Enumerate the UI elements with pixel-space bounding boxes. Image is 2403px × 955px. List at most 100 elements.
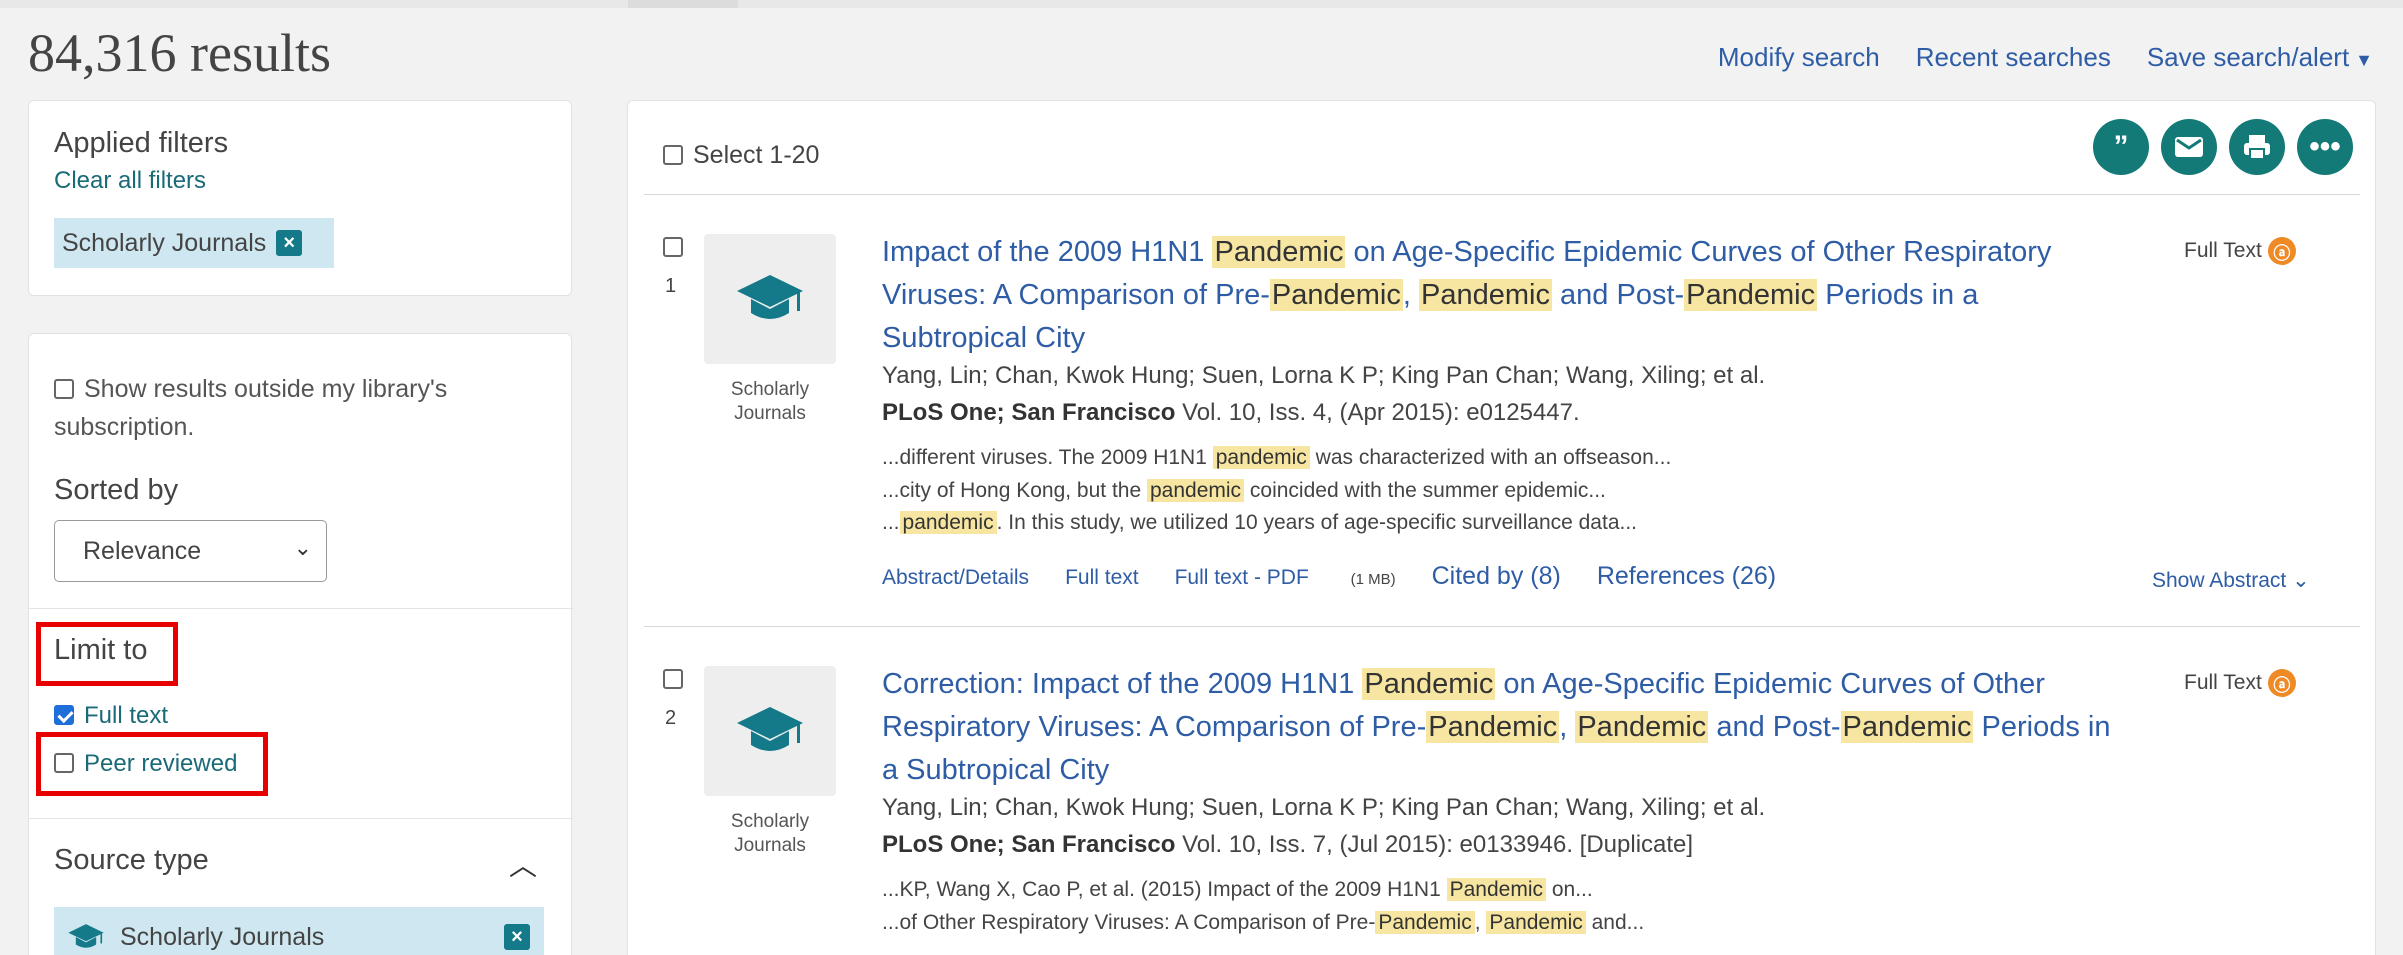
save-search-alert-link[interactable]: Save search/alert ▼ xyxy=(2147,42,2373,73)
result-authors: Yang, Lin; Chan, Kwok Hung; Suen, Lorna … xyxy=(882,794,1766,821)
snippet-text: on... xyxy=(1546,878,1593,901)
highlight-term: pandemic xyxy=(899,511,997,534)
caret-down-icon: ▼ xyxy=(2355,50,2373,70)
sort-select-value: Relevance xyxy=(83,536,202,565)
result-checkbox[interactable] xyxy=(663,669,683,689)
title-text: Correction: Impact of the 2009 H1N1 xyxy=(882,668,1363,700)
email-icon[interactable] xyxy=(2161,119,2217,175)
cited-by-link[interactable]: Cited by (8) xyxy=(1432,562,1561,591)
applied-filters-title: Applied filters xyxy=(54,127,229,159)
snippet-text: ... xyxy=(882,511,900,534)
source-type-label: Scholarly Journals xyxy=(120,922,325,951)
snippet-text: , xyxy=(1474,911,1487,934)
more-icon[interactable]: ••• xyxy=(2297,119,2353,175)
snippet: ...of Other Respiratory Viruses: A Compa… xyxy=(882,911,1644,935)
show-abstract-label: Show Abstract xyxy=(2152,569,2287,592)
graduation-cap-icon xyxy=(68,924,104,948)
snippet: ...different viruses. The 2009 H1N1 pand… xyxy=(882,446,1671,470)
title-text: , xyxy=(1559,711,1576,743)
full-text-option: Full text xyxy=(54,702,168,730)
result-thumbnail[interactable] xyxy=(704,666,836,796)
results-count: 84,316 results xyxy=(28,23,331,83)
abstract-details-link[interactable]: Abstract/Details xyxy=(882,566,1029,590)
peer-reviewed-checkbox[interactable] xyxy=(54,753,74,773)
result-thumbnail[interactable] xyxy=(704,234,836,364)
highlight-term: Pandemic xyxy=(1486,911,1586,934)
clear-all-filters-link[interactable]: Clear all filters xyxy=(54,167,206,195)
graduation-cap-icon xyxy=(737,707,803,751)
result-actions: ” ••• xyxy=(2093,119,2353,175)
tab-shadow xyxy=(628,0,738,8)
graduation-cap-icon xyxy=(737,275,803,319)
result-checkbox[interactable] xyxy=(663,237,683,257)
snippet-text: . In this study, we utilized 10 years of… xyxy=(996,511,1638,534)
result-title-link[interactable]: Correction: Impact of the 2009 H1N1 Pand… xyxy=(882,663,2122,792)
results-panel: Select 1-20 ” ••• 1 Scholarly Journals Im… xyxy=(627,100,2376,955)
recent-searches-link[interactable]: Recent searches xyxy=(1916,42,2111,73)
highlight-term: Pandemic xyxy=(1840,711,1974,743)
show-outside-option: Show results outside my library's subscr… xyxy=(54,370,524,446)
divider xyxy=(29,818,573,819)
full-text-label[interactable]: Full text xyxy=(84,702,168,729)
references-link[interactable]: References (26) xyxy=(1597,562,1776,591)
sort-select[interactable]: Relevance ⌄ xyxy=(54,520,327,582)
highlight-term: Pandemic xyxy=(1362,668,1496,700)
title-text: , xyxy=(1402,279,1420,311)
limit-to-title: Limit to xyxy=(54,634,148,666)
type-label-line1: Scholarly xyxy=(730,811,810,832)
snippet: ...city of Hong Kong, but the pandemic c… xyxy=(882,479,1606,503)
full-text-badge: Full Text ⓐ xyxy=(2184,669,2296,697)
applied-filters-panel: Applied filters Clear all filters Schola… xyxy=(28,100,572,296)
divider xyxy=(644,626,2360,627)
select-all-checkbox[interactable] xyxy=(663,145,683,165)
full-text-badge: Full Text ⓐ xyxy=(2184,237,2296,265)
full-text-pdf-link[interactable]: Full text - PDF (1 MB) xyxy=(1175,566,1396,590)
source-type-title: Source type xyxy=(54,844,209,876)
source-type-scholarly-journals[interactable]: Scholarly Journals × xyxy=(54,907,544,955)
top-strip xyxy=(0,0,2403,8)
print-icon[interactable] xyxy=(2229,119,2285,175)
snippet-text: ...city of Hong Kong, but the xyxy=(882,479,1147,502)
highlight-term: pandemic xyxy=(1212,446,1310,469)
title-text: and Post- xyxy=(1708,711,1841,743)
save-search-label: Save search/alert xyxy=(2146,42,2350,72)
show-abstract-toggle[interactable]: Show Abstract ⌄ xyxy=(2152,568,2310,593)
pdf-size: (1 MB) xyxy=(1350,571,1396,588)
type-label-line1: Scholarly xyxy=(730,379,810,400)
journal-name: PLoS One; San Francisco xyxy=(882,831,1176,858)
result-links: Abstract/Details Full text Full text - P… xyxy=(882,562,1812,591)
title-text: and Post- xyxy=(1551,279,1685,311)
highlight-term: Pandemic xyxy=(1684,279,1818,311)
chevron-up-icon[interactable]: ︿ xyxy=(509,844,537,884)
peer-reviewed-option: Peer reviewed xyxy=(54,750,237,778)
filter-chip-label: Scholarly Journals xyxy=(62,228,267,257)
top-links: Modify search Recent searches Save searc… xyxy=(1718,42,2373,73)
highlight-term: Pandemic xyxy=(1212,236,1346,268)
snippet-text: coincided with the summer epidemic... xyxy=(1244,479,1606,502)
highlight-term: Pandemic xyxy=(1426,711,1560,743)
snippet: ...KP, Wang X, Cao P, et al. (2015) Impa… xyxy=(882,878,1593,902)
modify-search-link[interactable]: Modify search xyxy=(1718,42,1880,73)
snippet: ... pandemic. In this study, we utilized … xyxy=(882,511,1637,535)
highlight-term: Pandemic xyxy=(1419,279,1552,311)
full-text-link[interactable]: Full text xyxy=(1065,566,1139,590)
result-title-link[interactable]: Impact of the 2009 H1N1 Pandemic on Age-… xyxy=(882,231,2122,360)
remove-filter-icon[interactable]: × xyxy=(276,230,303,256)
highlight-term: Pandemic xyxy=(1269,279,1403,311)
result-type-label: Scholarly Journals xyxy=(704,810,836,858)
type-label-line2: Journals xyxy=(734,403,806,424)
journal-name: PLoS One; San Francisco xyxy=(882,399,1176,426)
search-options-panel: Show results outside my library's subscr… xyxy=(28,333,573,955)
peer-reviewed-label[interactable]: Peer reviewed xyxy=(84,750,237,777)
pdf-label: Full text - PDF xyxy=(1174,566,1309,589)
result-type-label: Scholarly Journals xyxy=(704,378,836,426)
result-number: 1 xyxy=(665,275,677,297)
divider xyxy=(29,608,573,609)
snippet-text: ...KP, Wang X, Cao P, et al. (2015) Impa… xyxy=(882,878,1447,901)
show-outside-checkbox[interactable] xyxy=(54,379,74,399)
remove-source-type-icon[interactable]: × xyxy=(504,924,530,950)
open-access-icon: ⓐ xyxy=(2267,669,2296,697)
quote-icon[interactable]: ” xyxy=(2093,119,2149,175)
full-text-checkbox[interactable] xyxy=(54,705,74,725)
citation: Vol. 10, Iss. 7, (Jul 2015): e0133946. [… xyxy=(1175,831,1694,858)
